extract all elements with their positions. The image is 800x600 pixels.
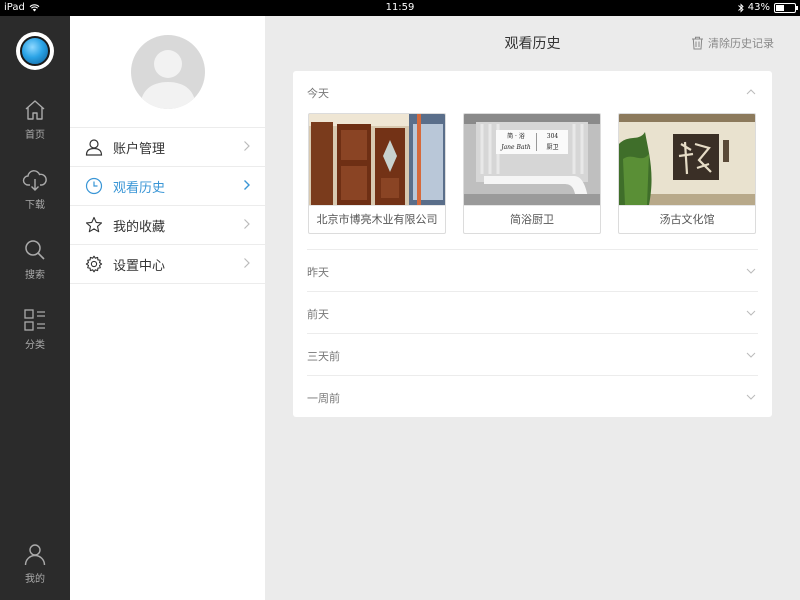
chevron-right-icon	[244, 258, 250, 268]
shop-sign-name: 简 · 浴	[507, 133, 525, 140]
shop-sign: 简 · 浴 Jane Bath 304 厨卫	[496, 130, 568, 154]
section-day-before[interactable]: 前天	[307, 306, 329, 322]
app-logo-icon	[20, 36, 50, 66]
menu-panel: 账户管理 观看历史 我的收藏 设置中心	[70, 16, 265, 600]
clear-history-label: 清除历史记录	[708, 37, 774, 50]
cloud-download-icon	[22, 170, 47, 191]
nav-search[interactable]: 搜索	[0, 238, 70, 281]
shop-sign-number: 304	[546, 133, 559, 140]
nav-home-label: 首页	[25, 130, 45, 141]
status-bar: iPad 11:59 43%	[0, 0, 800, 16]
side-nav: 首页 下载 搜索 分类 我的	[0, 16, 70, 600]
section-three-days[interactable]: 三天前	[307, 348, 340, 364]
status-time: 11:59	[385, 2, 415, 13]
chevron-right-icon	[244, 141, 250, 151]
history-item-2-image: 简 · 浴 Jane Bath 304 厨卫	[464, 114, 600, 205]
chevron-up-icon[interactable]	[746, 89, 756, 95]
menu-item-history[interactable]: 观看历史	[70, 167, 265, 206]
menu-item-settings[interactable]: 设置中心	[70, 245, 265, 284]
app-logo[interactable]	[16, 32, 54, 70]
bluetooth-icon	[737, 2, 744, 13]
menu-item-account-label: 账户管理	[113, 141, 166, 157]
nav-search-label: 搜索	[25, 270, 45, 281]
section-week-ago[interactable]: 一周前	[307, 390, 340, 406]
divider	[307, 249, 758, 250]
search-icon	[25, 240, 45, 260]
history-item-3[interactable]: 汤古文化馆	[618, 113, 756, 234]
chevron-down-icon[interactable]	[746, 268, 756, 274]
home-icon	[25, 100, 45, 120]
user-outline-icon	[84, 137, 104, 157]
menu-item-favorites-label: 我的收藏	[113, 219, 166, 235]
history-item-2-label: 简浴厨卫	[464, 205, 600, 233]
history-item-1-image	[309, 114, 445, 205]
history-item-1-label: 北京市博亮木业有限公司	[309, 205, 445, 233]
history-card: 今天 北京市博亮木业有限公司 简 · 浴 Jane Bath 304 厨卫 简浴…	[293, 71, 772, 417]
section-yesterday[interactable]: 昨天	[307, 264, 329, 280]
nav-home[interactable]: 首页	[0, 98, 70, 141]
menu-item-favorites[interactable]: 我的收藏	[70, 206, 265, 245]
clear-history-button[interactable]: 清除历史记录	[691, 35, 774, 51]
star-icon	[84, 215, 104, 235]
divider	[307, 333, 758, 334]
avatar[interactable]	[131, 35, 205, 109]
divider	[307, 291, 758, 292]
clock-icon	[84, 176, 104, 196]
chevron-right-icon	[244, 180, 250, 190]
nav-category[interactable]: 分类	[0, 308, 70, 351]
shop-sign-english: Jane Bath	[501, 144, 531, 151]
battery-icon	[774, 2, 798, 13]
chevron-down-icon[interactable]	[746, 352, 756, 358]
main-content: 观看历史 清除历史记录 今天 北京市博亮木业有限公司 简 · 浴 Jane Ba…	[265, 16, 800, 600]
menu-item-settings-label: 设置中心	[113, 258, 166, 274]
history-item-3-label: 汤古文化馆	[619, 205, 755, 233]
history-item-1[interactable]: 北京市博亮木业有限公司	[308, 113, 446, 234]
nav-category-label: 分类	[25, 340, 45, 351]
shop-sign-type: 厨卫	[546, 144, 559, 151]
chevron-right-icon	[244, 219, 250, 229]
category-icon	[24, 309, 45, 331]
user-icon	[24, 544, 46, 566]
menu-list: 账户管理 观看历史 我的收藏 设置中心	[70, 127, 265, 284]
trash-icon	[692, 36, 703, 50]
avatar-placeholder-icon	[140, 50, 196, 109]
nav-download[interactable]: 下载	[0, 168, 70, 211]
history-item-3-image	[619, 114, 755, 205]
nav-download-label: 下载	[25, 200, 45, 211]
menu-item-account[interactable]: 账户管理	[70, 128, 265, 167]
menu-item-history-label: 观看历史	[113, 180, 166, 196]
section-today[interactable]: 今天	[307, 85, 329, 101]
nav-profile-label: 我的	[25, 574, 45, 585]
battery-percent: 43%	[747, 2, 770, 13]
divider	[307, 375, 758, 376]
chevron-down-icon[interactable]	[746, 394, 756, 400]
gear-icon	[84, 254, 104, 274]
nav-profile[interactable]: 我的	[0, 542, 70, 585]
battery-fill	[776, 4, 784, 11]
history-item-2[interactable]: 简 · 浴 Jane Bath 304 厨卫 简浴厨卫	[463, 113, 601, 234]
chevron-down-icon[interactable]	[746, 310, 756, 316]
